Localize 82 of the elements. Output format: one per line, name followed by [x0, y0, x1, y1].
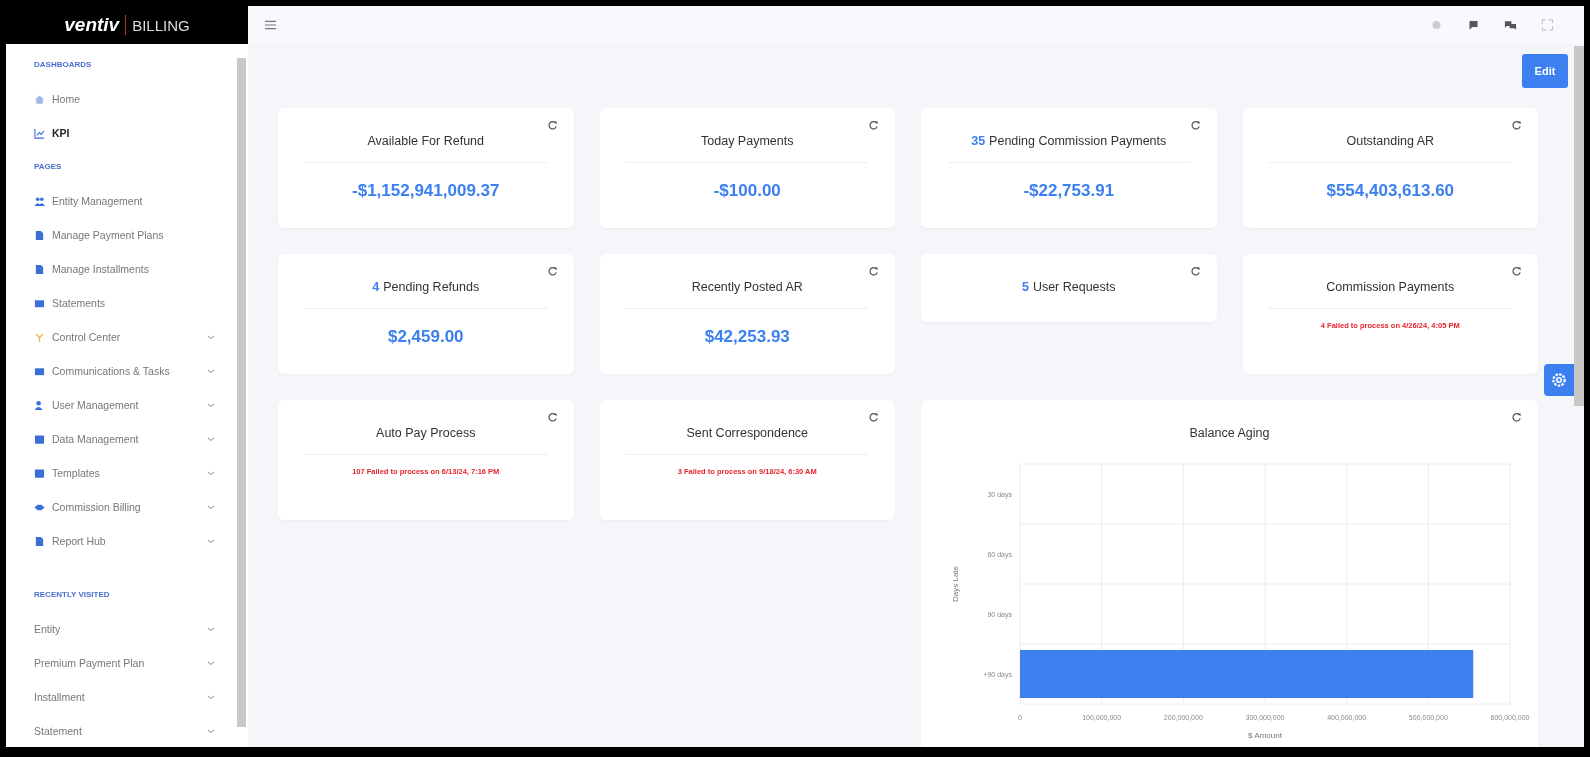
axis-title: $ Amount [1247, 731, 1282, 740]
amount-value: -$100.00 [713, 181, 781, 201]
card-title: Balance Aging [1189, 426, 1270, 440]
scrollbar[interactable] [237, 58, 246, 727]
amount-value: $42,253.93 [704, 327, 790, 347]
card-title: Recently Posted AR [691, 280, 803, 294]
card-title: Today Payments [701, 134, 794, 148]
envelope-icon [34, 297, 45, 309]
sidebar-item[interactable]: Home [6, 82, 237, 116]
scrollbar[interactable] [1574, 46, 1584, 406]
sidebar-item[interactable]: Premium Payment Plan [6, 646, 237, 680]
section-heading: RECENTLY VISITED [33, 589, 111, 601]
chat-icon[interactable] [1467, 19, 1480, 31]
user-icon [34, 399, 45, 411]
refresh-icon[interactable] [1189, 120, 1201, 131]
sidebar-item[interactable]: Data Management [6, 422, 237, 456]
chevron-icon [207, 402, 215, 408]
refresh-icon[interactable] [546, 266, 558, 277]
chevron-icon [207, 368, 215, 374]
sidebar-item[interactable]: Manage Payment Plans [6, 218, 237, 252]
refresh-icon[interactable] [868, 266, 879, 277]
sidebar-item[interactable]: Entity Management [6, 184, 237, 218]
edit-button[interactable]: Edit [1522, 54, 1568, 88]
sidebar-item[interactable]: Control Center [6, 320, 237, 354]
settings-button[interactable] [1544, 364, 1574, 396]
document-icon [34, 263, 45, 275]
axis-title: Days Late [950, 566, 960, 602]
sidebar-item[interactable]: Templates [6, 456, 237, 490]
home-icon [34, 93, 45, 105]
section-heading: DASHBOARDS [33, 59, 93, 71]
chevron-icon [207, 538, 215, 544]
refresh-icon[interactable] [868, 412, 879, 423]
card-icon [34, 467, 45, 479]
sidebar-item[interactable]: Commission Billing [6, 490, 237, 524]
amount-value: -$22,753.91 [1023, 181, 1115, 201]
card-title: Commission Payments [1326, 280, 1455, 294]
refresh-icon[interactable] [546, 120, 558, 131]
chevron-icon [207, 626, 215, 632]
sidebar-item[interactable]: Statement [6, 714, 237, 747]
card-title: Outstanding AR [1346, 134, 1435, 148]
people-icon [34, 195, 45, 207]
card-icon [34, 433, 45, 445]
refresh-icon[interactable] [1189, 266, 1201, 277]
chevron-icon [207, 660, 215, 666]
chevron-icon [207, 436, 215, 442]
sidebar-item[interactable]: Statements [6, 286, 237, 320]
envelope-icon [34, 365, 45, 377]
sidebar-item[interactable]: User Management [6, 388, 237, 422]
card-title: 5 User Requests [1021, 280, 1116, 294]
document-icon [34, 535, 45, 547]
menu-icon[interactable] [264, 19, 277, 31]
brand-logo[interactable]: ventiv BILLING [6, 6, 248, 44]
sidebar-item[interactable]: Report Hub [6, 524, 237, 558]
chevron-icon [207, 470, 215, 476]
card-title: Sent Correspondence [686, 426, 809, 440]
sidebar-item[interactable]: KPI [6, 116, 237, 150]
chevron-icon [207, 728, 215, 734]
refresh-icon[interactable] [868, 120, 879, 131]
chart-icon [34, 127, 45, 139]
chevron-icon [207, 694, 215, 700]
gear-icon [1550, 371, 1568, 389]
card-title: Auto Pay Process [376, 426, 476, 440]
card-title: 4 Pending Refunds [372, 280, 480, 294]
refresh-icon[interactable] [546, 412, 558, 423]
chevron-icon [207, 504, 215, 510]
amount-value: -$1,152,941,009.37 [352, 181, 500, 201]
sidebar-item[interactable]: Communications & Tasks [6, 354, 237, 388]
network-icon [34, 331, 45, 343]
amount-value: $554,403,613.60 [1326, 181, 1455, 201]
refresh-icon[interactable] [1511, 120, 1522, 131]
card-title: Available For Refund [367, 134, 484, 148]
chat-bubbles-icon[interactable] [1504, 19, 1517, 31]
sidebar-item[interactable]: Installment [6, 680, 237, 714]
chevron-icon [207, 334, 215, 340]
card-title: 35 Pending Commission Payments [971, 134, 1167, 148]
amount-value: $2,459.00 [387, 327, 464, 347]
sidebar-item[interactable]: Manage Installments [6, 252, 237, 286]
section-heading: PAGES [33, 161, 63, 173]
document-icon [34, 229, 45, 241]
sidebar-item[interactable]: Entity [6, 612, 237, 646]
refresh-icon[interactable] [1511, 412, 1522, 423]
refresh-icon[interactable] [1511, 266, 1522, 277]
